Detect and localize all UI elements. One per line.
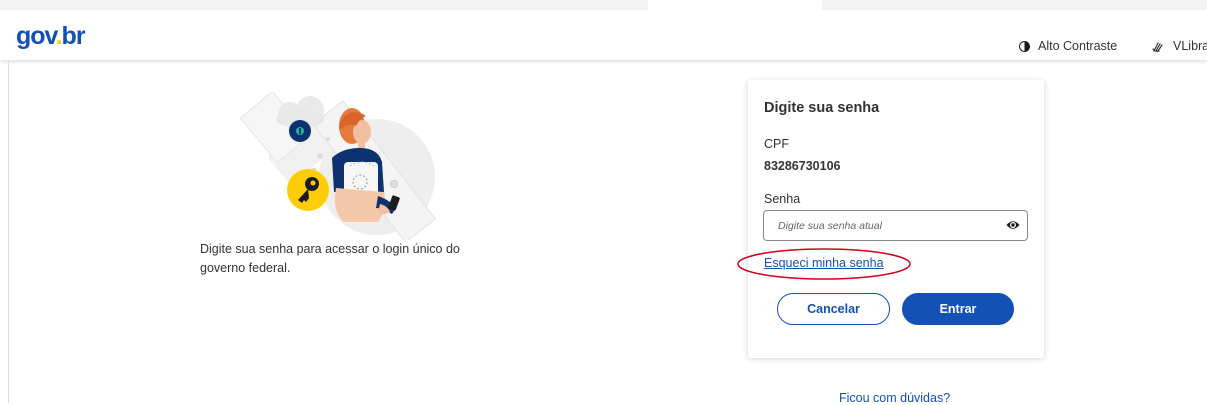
login-illustration — [239, 92, 437, 240]
content-left-border — [8, 60, 9, 403]
header: gov.br Alto Contraste VLibra — [0, 10, 1207, 60]
password-label: Senha — [764, 192, 801, 206]
high-contrast-label: Alto Contraste — [1038, 39, 1118, 53]
high-contrast-button[interactable]: Alto Contraste — [1019, 38, 1117, 54]
vlibras-hand-icon — [1152, 41, 1163, 52]
cpf-value: 83286730106 — [764, 159, 841, 173]
eye-icon[interactable] — [1006, 219, 1020, 231]
login-description: Digite sua senha para acessar o login ún… — [200, 242, 460, 275]
forgot-password-link[interactable]: Esqueci minha senha — [764, 256, 884, 270]
password-input[interactable] — [764, 211, 1008, 240]
browser-top-strip — [0, 0, 1207, 10]
vlibras-button[interactable]: VLibra — [1152, 38, 1207, 54]
browser-tab[interactable] — [648, 0, 822, 10]
cpf-label: CPF — [764, 137, 789, 151]
govbr-logo[interactable]: gov.br — [16, 22, 86, 50]
logo-gov: gov — [16, 22, 57, 50]
vlibras-label: VLibra — [1173, 39, 1207, 53]
password-card: Digite sua senha CPF 83286730106 Senha E… — [748, 80, 1044, 358]
card-title: Digite sua senha — [764, 100, 880, 116]
contrast-icon — [1019, 40, 1030, 52]
password-field — [763, 210, 1028, 241]
enter-button[interactable]: Entrar — [902, 293, 1014, 325]
cancel-button[interactable]: Cancelar — [777, 293, 890, 325]
logo-br: br — [61, 22, 86, 50]
